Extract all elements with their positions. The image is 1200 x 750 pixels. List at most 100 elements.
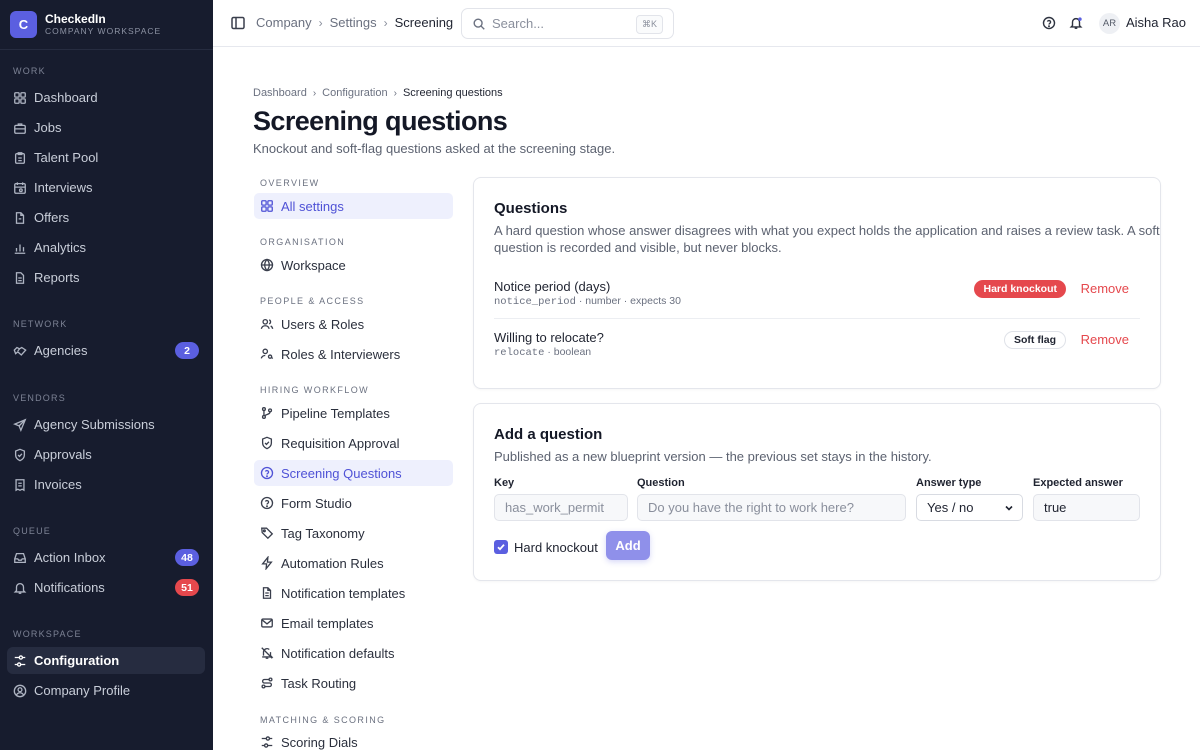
settings-item-label: Workspace — [281, 257, 346, 273]
settings-item-label: Users & Roles — [281, 316, 365, 332]
user-name[interactable]: Aisha Rao — [1126, 15, 1186, 30]
sidebar-section-work: WORK — [13, 66, 46, 76]
sidebar-toggle-icon[interactable] — [230, 15, 246, 31]
hard-knockout-label[interactable]: Hard knockout — [514, 540, 598, 555]
question-meta: relocate · boolean — [494, 346, 591, 359]
key-input[interactable] — [494, 494, 628, 521]
sidebar-item-jobs[interactable]: Jobs — [7, 114, 205, 141]
brand[interactable]: C CheckedIn COMPANY WORKSPACE — [0, 0, 213, 50]
page-title: Screening questions — [253, 106, 508, 136]
settings-item-requisition-approval[interactable]: Requisition Approval — [254, 430, 453, 456]
question-field-label: Question — [637, 477, 685, 489]
brand-subtitle: COMPANY WORKSPACE — [45, 25, 162, 36]
breadcrumb-dashboard[interactable]: Dashboard — [253, 87, 307, 99]
page-subtitle: Knockout and soft-flag questions asked a… — [253, 141, 616, 156]
settings-item-task-routing[interactable]: Task Routing — [254, 670, 453, 696]
settings-item-pipeline-templates[interactable]: Pipeline Templates — [254, 400, 453, 426]
settings-item-workspace[interactable]: Workspace — [254, 252, 453, 278]
bell-icon — [13, 582, 27, 594]
settings-item-automation-rules[interactable]: Automation Rules — [254, 550, 453, 576]
clipboard-icon — [14, 151, 26, 164]
hard-knockout-checkbox[interactable] — [494, 540, 508, 554]
briefcase-icon — [14, 122, 26, 134]
sidebar-section-queue: QUEUE — [13, 526, 52, 536]
lightning-icon — [261, 556, 273, 570]
question-row: Willing to relocate? relocate · boolean … — [494, 330, 1140, 380]
questions-card-description-line-2: question is recorded and visible, but ne… — [494, 240, 782, 255]
sidebar-item-talent-pool[interactable]: Talent Pool — [7, 144, 205, 171]
sidebar-item-offers[interactable]: Offers — [7, 204, 205, 231]
sidebar-item-label: Invoices — [34, 477, 82, 492]
sidebar-item-invoices[interactable]: Invoices — [7, 471, 205, 498]
remove-question-button[interactable]: Remove — [1081, 281, 1129, 296]
add-question-button[interactable]: Add — [606, 531, 650, 560]
question-label: Notice period (days) — [494, 279, 611, 294]
action-inbox-count-badge: 48 — [175, 549, 199, 566]
sidebar-item-agencies[interactable]: Agencies 2 — [7, 337, 205, 364]
settings-item-roles-interviewers[interactable]: Roles & Interviewers — [254, 341, 453, 367]
page-breadcrumb: Dashboard › Configuration › Screening qu… — [253, 87, 503, 99]
settings-item-label: Scoring Dials — [281, 734, 358, 750]
route-icon — [261, 677, 273, 689]
questions-card-description-line-1: A hard question whose answer disagrees w… — [494, 223, 1160, 238]
settings-section-overview: OVERVIEW — [260, 178, 320, 188]
search-icon — [473, 17, 485, 30]
sidebar-item-label: Analytics — [34, 240, 87, 255]
remove-question-button[interactable]: Remove — [1081, 332, 1129, 347]
add-question-description: Published as a new blueprint version — t… — [494, 449, 932, 464]
calendar-icon — [14, 181, 26, 194]
settings-item-screening-questions[interactable]: Screening Questions — [254, 460, 453, 486]
bell-icon[interactable] — [1069, 16, 1083, 30]
sidebar-item-action-inbox[interactable]: Action Inbox 48 — [7, 544, 205, 571]
sidebar-item-company-profile[interactable]: Company Profile — [7, 677, 205, 704]
row-divider — [494, 318, 1140, 319]
brand-logo: C — [10, 11, 37, 38]
breadcrumb-company[interactable]: Company — [256, 15, 312, 30]
breadcrumb-settings[interactable]: Settings — [330, 15, 377, 30]
settings-item-notification-defaults[interactable]: Notification defaults — [254, 640, 453, 666]
sidebar-item-analytics[interactable]: Analytics — [7, 234, 205, 261]
sidebar-item-notifications[interactable]: Notifications 51 — [7, 574, 205, 601]
sidebar-section-network: NETWORK — [13, 319, 68, 329]
settings-section-people-access: PEOPLE & ACCESS — [260, 296, 365, 306]
sidebar-item-reports[interactable]: Reports — [7, 264, 205, 291]
settings-item-tag-taxonomy[interactable]: Tag Taxonomy — [254, 520, 453, 546]
settings-item-notification-templates[interactable]: Notification templates — [254, 580, 453, 606]
help-circle-icon — [260, 466, 274, 480]
grid-icon — [261, 200, 273, 212]
sidebar-section-workspace: WORKSPACE — [13, 629, 82, 639]
expected-answer-input[interactable]: true — [1033, 494, 1140, 521]
settings-item-form-studio[interactable]: Form Studio — [254, 490, 453, 516]
avatar[interactable]: AR — [1099, 13, 1120, 34]
breadcrumb-screening: Screening — [394, 15, 454, 30]
settings-item-users-roles[interactable]: Users & Roles — [254, 311, 453, 337]
notifications-count-badge: 51 — [175, 579, 199, 596]
sidebar-item-configuration[interactable]: Configuration — [7, 647, 205, 674]
breadcrumb-configuration[interactable]: Configuration — [322, 87, 387, 99]
settings-item-scoring-dials[interactable]: Scoring Dials — [254, 729, 453, 750]
git-branch-icon — [261, 407, 273, 419]
settings-item-all-settings[interactable]: All settings — [254, 193, 453, 219]
question-input[interactable] — [637, 494, 906, 521]
questions-card: Questions A hard question whose answer d… — [473, 177, 1161, 389]
search-box[interactable]: ⌘K — [461, 8, 674, 39]
sidebar-item-dashboard[interactable]: Dashboard — [7, 84, 205, 111]
grid-icon — [14, 91, 26, 104]
settings-item-email-templates[interactable]: Email templates — [254, 610, 453, 636]
hard-knockout-badge: Hard knockout — [974, 280, 1066, 298]
sidebar-section-vendors: VENDORS — [13, 393, 66, 403]
sidebar-item-agency-submissions[interactable]: Agency Submissions — [7, 411, 205, 438]
help-icon[interactable] — [1042, 16, 1056, 30]
sidebar-item-approvals[interactable]: Approvals — [7, 441, 205, 468]
answer-type-select[interactable]: Yes / no — [916, 494, 1023, 521]
sidebar-item-interviews[interactable]: Interviews — [7, 174, 205, 201]
sidebar-item-label: Jobs — [34, 120, 62, 135]
sliders-icon — [14, 654, 26, 667]
sidebar-item-label: Reports — [34, 270, 80, 285]
question-key: relocate — [494, 347, 545, 359]
sidebar-item-label: Approvals — [34, 447, 92, 462]
question-details: · number · expects 30 — [575, 295, 681, 307]
search-input[interactable] — [492, 16, 632, 31]
receipt-icon — [15, 478, 25, 491]
key-field-label: Key — [494, 477, 515, 489]
